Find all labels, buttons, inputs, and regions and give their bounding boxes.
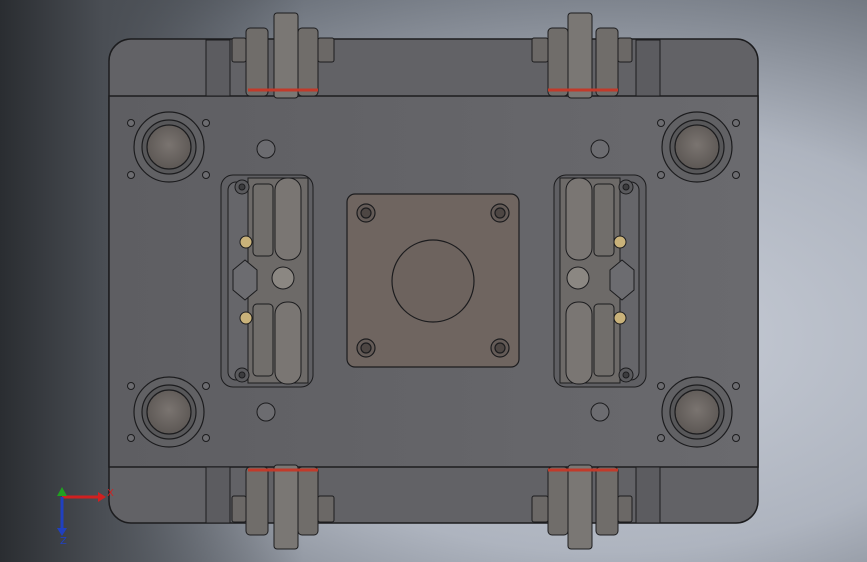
center-punch-block (346, 193, 520, 368)
model-canvas[interactable]: X Z (0, 0, 867, 562)
axis-triad: X Z (57, 487, 114, 547)
cad-viewport[interactable]: X Z (0, 0, 867, 562)
cam-unit-right (553, 174, 647, 388)
axis-z-label: Z (60, 536, 67, 547)
axis-x-label: X (107, 488, 114, 499)
cam-unit-left (220, 174, 314, 388)
